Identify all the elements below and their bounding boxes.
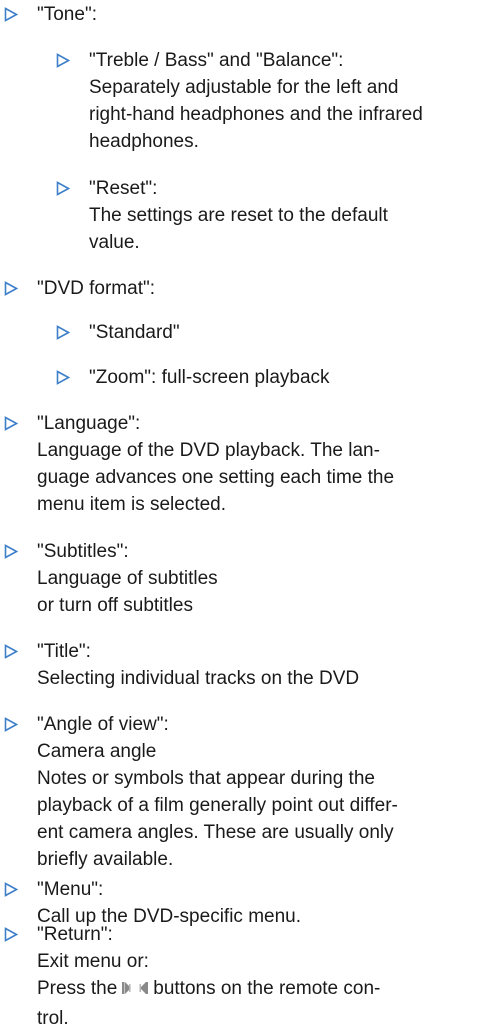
item-description-line: Camera angle (37, 741, 157, 762)
triangle-right-outline-icon (56, 47, 72, 74)
list-item-dvd-format: "DVD format": (4, 275, 484, 302)
item-title: "Tone": (37, 4, 97, 25)
item-title: "DVD format": (37, 278, 156, 299)
item-description-line: Notes or symbols that appear during the (37, 768, 375, 789)
item-description-line: trol. (37, 1008, 69, 1029)
item-description-line: ent camera angles. These are usually onl… (37, 822, 394, 843)
item-title: "Reset": (89, 178, 158, 199)
triangle-right-outline-icon (4, 410, 20, 437)
item-title: "Treble / Bass" and "Balance": (89, 50, 344, 71)
item-description-line: Exit menu or: (37, 951, 149, 972)
press-text: Press the (37, 978, 118, 999)
list-item-language: "Language": Language of the DVD playback… (4, 410, 484, 518)
item-title: "Subtitles": (37, 541, 129, 562)
item-title: "Angle of view": (37, 714, 169, 735)
item-description-line: Separately adjustable for the left and (89, 77, 399, 98)
item-description-line: value. (89, 232, 140, 253)
list-item-subtitles: "Subtitles": Language of subtitles or tu… (4, 538, 484, 619)
item-title: "Language": (37, 413, 141, 434)
triangle-right-outline-icon (4, 711, 20, 738)
item-description-line: briefly available. (37, 849, 174, 870)
manual-page: "Tone": "Treble / Bass" and "Balance": S… (0, 0, 488, 1029)
triangle-right-outline-icon (4, 638, 20, 665)
triangle-right-outline-icon (56, 319, 72, 346)
list-item-return: "Return": Exit menu or: Press the buttons… (4, 921, 484, 1032)
item-description-line: playback of a film generally point out d… (37, 795, 398, 816)
item-description-line: menu item is selected. (37, 494, 227, 515)
list-item-standard: "Standard" (56, 319, 486, 346)
item-description-line: Language of subtitles (37, 568, 218, 589)
item-description-line: headphones. (89, 131, 199, 152)
triangle-right-outline-icon (4, 538, 20, 565)
item-title: "Standard" (89, 322, 180, 343)
list-item-reset: "Reset": The settings are reset to the d… (56, 175, 486, 256)
item-description-line: Language of the DVD playback. The lan- (37, 440, 380, 461)
list-item-tone: "Tone": (4, 1, 484, 28)
list-item-zoom: "Zoom": full-screen playback (56, 364, 486, 391)
triangle-right-outline-icon (4, 921, 20, 948)
item-description-line: or turn off subtitles (37, 595, 193, 616)
list-item-treble-bass-balance: "Treble / Bass" and "Balance": Separatel… (56, 47, 486, 155)
item-description-line: guage advances one setting each time the (37, 467, 395, 488)
item-title: "Return": (37, 924, 113, 945)
item-title: "Zoom": full-screen playback (89, 367, 330, 388)
list-item-angle-of-view: "Angle of view": Camera angle Notes or s… (4, 711, 484, 873)
item-description-line: The settings are reset to the default (89, 205, 388, 226)
item-description-line: right-hand headphones and the infrared (89, 104, 423, 125)
triangle-right-outline-icon (56, 175, 72, 202)
item-title: "Title": (37, 641, 91, 662)
buttons-remote-text: buttons on the remote con- (153, 978, 381, 999)
triangle-right-outline-icon (4, 275, 20, 302)
skip-buttons-icon (120, 978, 150, 1005)
item-description-line: Press the buttons on the remote con- (37, 975, 484, 1005)
triangle-right-outline-icon (4, 1, 20, 28)
triangle-right-outline-icon (4, 876, 20, 903)
item-title: "Menu": (37, 879, 104, 900)
list-item-title: "Title": Selecting individual tracks on … (4, 638, 484, 692)
triangle-right-outline-icon (56, 364, 72, 391)
item-description-line: Selecting individual tracks on the DVD (37, 668, 360, 689)
